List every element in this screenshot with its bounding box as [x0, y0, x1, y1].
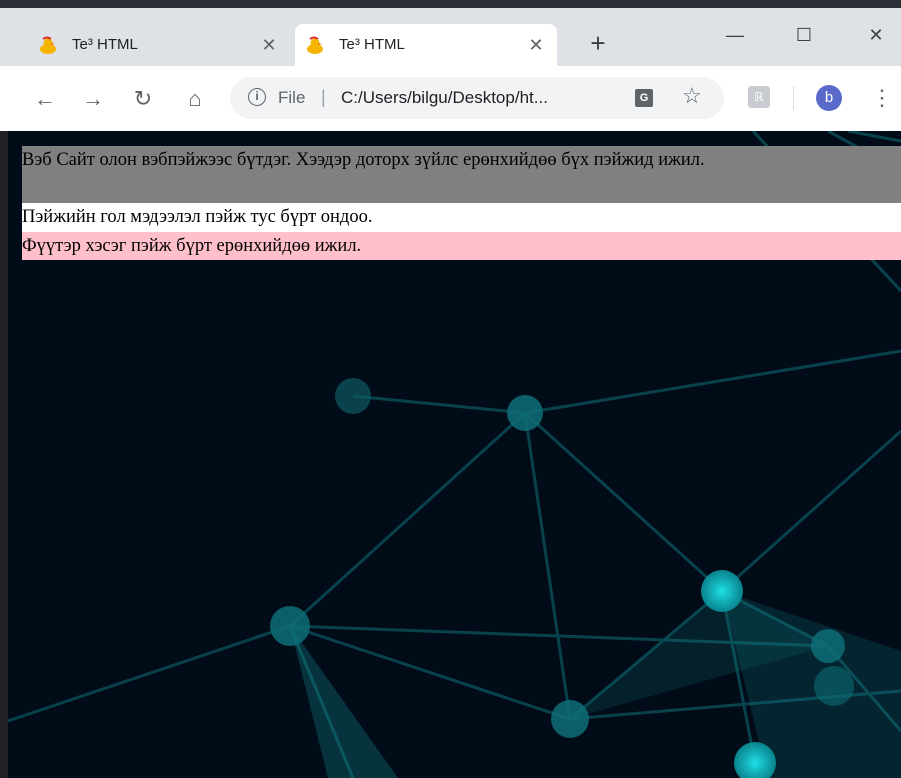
minimize-icon[interactable]: — [715, 20, 755, 50]
tab-title: Te³ HTML [339, 36, 405, 53]
info-icon[interactable]: i [248, 88, 266, 106]
window-close-icon[interactable]: ✕ [856, 20, 896, 50]
duck-favicon-icon [40, 36, 56, 54]
url-text[interactable]: C:/Users/bilgu/Desktop/ht... [341, 88, 548, 108]
reload-icon[interactable]: ↻ [128, 84, 158, 114]
extension-icon[interactable]: ℝ [748, 86, 770, 108]
bookmark-star-icon[interactable]: ☆ [682, 83, 702, 109]
header-section: Вэб Сайт олон вэбпэйжээс бүтдэг. Хээдэр … [22, 146, 901, 203]
window-top-edge [0, 0, 901, 8]
address-bar[interactable]: i File | C:/Users/bilgu/Desktop/ht... G … [230, 77, 724, 119]
main-section: Пэйжийн гол мэдээлэл пэйж тус бүрт ондоо… [22, 203, 901, 232]
page-viewport: Вэб Сайт олон вэбпэйжээс бүтдэг. Хээдэр … [8, 131, 901, 778]
url-scheme-label: File [278, 88, 306, 107]
back-arrow-icon[interactable]: ← [30, 84, 60, 114]
footer-section: Фүүтэр хэсэг пэйж бүрт ерөнхийдөө ижил. [22, 232, 901, 260]
toolbar-divider [793, 86, 794, 110]
new-tab-plus-icon[interactable]: + [584, 30, 612, 58]
browser-toolbar: ← → ↻ ⌂ i File | C:/Users/bilgu/Desktop/… [0, 66, 901, 131]
tab-title: Te³ HTML [72, 36, 138, 53]
url-separator: | [321, 87, 326, 107]
kebab-menu-icon[interactable]: ⋮ [871, 83, 893, 113]
home-icon[interactable]: ⌂ [180, 84, 210, 114]
close-icon[interactable]: ✕ [525, 34, 547, 56]
translate-icon[interactable]: G [635, 89, 653, 107]
forward-arrow-icon[interactable]: → [78, 84, 108, 114]
browser-chrome: Te³ HTML ✕ Te³ HTML ✕ + — ☐ ✕ ← → ↻ ⌂ i … [0, 8, 901, 131]
profile-avatar[interactable]: b [816, 85, 842, 111]
maximize-icon[interactable]: ☐ [784, 20, 824, 50]
tab-active[interactable]: Te³ HTML ✕ [295, 24, 557, 66]
duck-favicon-icon [307, 36, 323, 54]
close-icon[interactable]: ✕ [258, 34, 280, 56]
tab-inactive[interactable]: Te³ HTML ✕ [28, 24, 290, 66]
